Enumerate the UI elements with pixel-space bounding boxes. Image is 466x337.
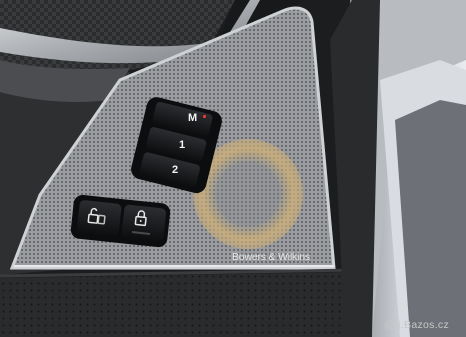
speaker-brand-text: Bowers & Wilkins: [232, 251, 310, 263]
armrest: [0, 272, 360, 337]
memory-indicator-dot: [203, 115, 206, 118]
memory-button-m-label: M: [188, 112, 198, 124]
lock-button[interactable]: [121, 204, 167, 242]
memory-button-2-label: 2: [172, 164, 179, 176]
watermark-text: @ j.Bazos.cz: [384, 319, 450, 331]
door-panel-photo: [0, 0, 466, 337]
memory-button-1-label: 1: [179, 139, 186, 151]
